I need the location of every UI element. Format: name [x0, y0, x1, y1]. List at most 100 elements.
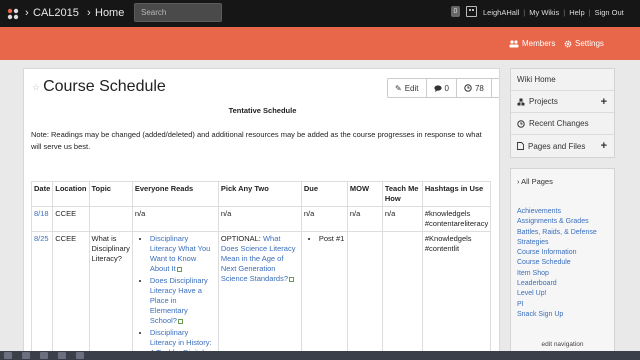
list-item: Disciplinary Literacy What You Want to K… — [150, 234, 216, 274]
link-divider: | — [588, 8, 591, 17]
breadcrumb-wiki-link[interactable]: CAL2015 — [33, 7, 79, 19]
nav-link-pi[interactable]: PI — [517, 300, 615, 310]
members-icon — [509, 39, 519, 47]
breadcrumb-home-link[interactable]: Home — [95, 7, 124, 19]
breadcrumb-separator-icon: › — [25, 7, 29, 19]
nav-link-snack-sign-up[interactable]: Snack Sign Up — [517, 310, 615, 320]
edit-button[interactable]: ✎ Edit — [388, 79, 427, 97]
sidebar-item-pages-and-files[interactable]: Pages and Files + — [511, 135, 614, 157]
settings-label: Settings — [575, 39, 604, 48]
schedule-note: Note: Readings may be changed (added/del… — [31, 130, 482, 151]
column-header: Teach Me How — [381, 181, 423, 207]
hashtags-cell: #knowledgels #contentareliteracy — [421, 206, 492, 232]
topic-cell: What is Disciplinary Literacy? — [88, 231, 133, 359]
comment-icon — [433, 84, 442, 92]
pick-cell: n/a — [217, 206, 302, 232]
teach-cell: n/a — [381, 206, 423, 232]
teach-cell — [381, 231, 423, 359]
pick-cell: OPTIONAL: What Does Science Literacy Mea… — [217, 231, 302, 359]
link-divider: | — [523, 8, 526, 17]
help-link[interactable]: Help — [569, 8, 584, 17]
edit-navigation-link[interactable]: edit navigation — [511, 341, 614, 348]
nav-link-assignments[interactable]: Assignments & Grades — [517, 217, 615, 227]
due-list: Post #1 — [319, 234, 345, 244]
sidebar-item-recent-changes[interactable]: Recent Changes — [511, 113, 614, 135]
navigation-links: Achievements Assignments & Grades Battle… — [517, 207, 615, 320]
taskbar-app-icon[interactable] — [22, 352, 30, 359]
edit-label: Edit — [404, 83, 419, 93]
my-wikis-link[interactable]: My Wikis — [529, 8, 559, 17]
taskbar-app-icon[interactable] — [58, 352, 66, 359]
date-cell: 8/25 — [30, 231, 54, 359]
comments-button[interactable]: 0 — [427, 79, 457, 97]
reads-list: Disciplinary Literacy What You Want to K… — [150, 234, 216, 359]
column-header: Due — [300, 181, 348, 207]
pencil-icon: ✎ — [395, 83, 402, 93]
nav-link-battles[interactable]: Battles, Raids, & Defense Strategies — [517, 228, 615, 249]
location-cell: CCEE — [52, 206, 90, 232]
list-item: Does Disciplinary Literacy Have a Place … — [150, 276, 216, 326]
list-item: Post #1 — [319, 234, 345, 244]
table-row: 8/25 CCEE What is Disciplinary Literacy?… — [30, 231, 492, 359]
sidebar-item-wiki-home[interactable]: Wiki Home — [511, 69, 614, 91]
date-link[interactable]: 8/25 — [34, 234, 49, 243]
add-project-icon[interactable]: + — [601, 96, 607, 108]
page-content: ☆ Course Schedule ✎ Edit 0 78 ... Tentat… — [23, 68, 500, 360]
wiki-header-bar: Members Settings — [0, 27, 640, 60]
schedule-heading: Tentative Schedule — [228, 106, 297, 115]
sidebar-nav-panel: Wiki Home Projects + Recent Changes Page… — [510, 68, 615, 158]
taskbar-app-icon[interactable] — [4, 352, 12, 359]
settings-button[interactable]: Settings — [564, 39, 604, 48]
more-button[interactable]: ... — [492, 79, 500, 97]
members-label: Members — [522, 39, 556, 48]
nav-link-item-shop[interactable]: Item Shop — [517, 269, 615, 279]
nav-link-course-schedule[interactable]: Course Schedule — [517, 258, 615, 268]
table-row: 8/18 CCEE n/a n/a n/a n/a n/a #knowledge… — [30, 206, 492, 232]
add-page-icon[interactable]: + — [601, 140, 607, 152]
mow-cell — [346, 231, 383, 359]
taskbar-app-icon[interactable] — [40, 352, 48, 359]
pages-and-files-label: Pages and Files — [528, 141, 586, 151]
column-header: Everyone Reads — [131, 181, 219, 207]
nav-link-level-up[interactable]: Level Up! — [517, 289, 615, 299]
nav-link-leaderboard[interactable]: Leaderboard — [517, 279, 615, 289]
date-cell: 8/18 — [30, 206, 54, 232]
page-actions: ✎ Edit 0 78 ... — [387, 78, 500, 98]
schedule-table: Date Location Topic Everyone Reads Pick … — [30, 181, 492, 359]
projects-label: Projects — [529, 97, 558, 106]
sign-out-link[interactable]: Sign Out — [595, 8, 624, 17]
views-button[interactable]: 78 — [457, 79, 492, 97]
location-cell: CCEE — [52, 231, 90, 359]
optional-label: OPTIONAL: — [220, 234, 261, 243]
link-divider: | — [563, 8, 566, 17]
notification-count-badge[interactable]: 0 — [451, 6, 460, 17]
user-avatar-icon[interactable] — [466, 6, 477, 17]
column-header: Pick Any Two — [217, 181, 302, 207]
account-links: LeighAHall | My Wikis | Help | Sign Out — [483, 8, 624, 17]
sidebar-item-projects[interactable]: Projects + — [511, 91, 614, 113]
nav-link-achievements[interactable]: Achievements — [517, 207, 615, 217]
hashtags-cell: #Knowledgels #contentlit — [421, 231, 492, 359]
file-icon — [517, 142, 524, 150]
hashtag: #Knowledgels — [424, 234, 472, 243]
members-button[interactable]: Members — [509, 39, 555, 48]
gear-icon — [564, 40, 572, 47]
taskbar-app-icon[interactable] — [76, 352, 84, 359]
reads-cell: Disciplinary Literacy What You Want to K… — [131, 231, 219, 359]
top-navigation-bar: › CAL2015 › Home 0 LeighAHall|My Wikis|H… — [0, 0, 640, 27]
wikispaces-logo-icon[interactable] — [6, 7, 20, 21]
nav-link-course-information[interactable]: Course Information — [517, 248, 615, 258]
os-taskbar — [0, 351, 640, 360]
sidebar-links-panel: › All Pages Achievements Assignments & G… — [510, 168, 615, 353]
all-pages-toggle[interactable]: › All Pages — [517, 177, 553, 186]
username-link[interactable]: LeighAHall — [483, 8, 519, 17]
external-link-icon — [177, 318, 183, 324]
clock-icon — [464, 84, 472, 92]
date-link[interactable]: 8/18 — [34, 209, 49, 218]
all-pages-label: All Pages — [521, 177, 553, 186]
star-icon[interactable]: ☆ — [32, 82, 40, 93]
breadcrumb-separator-icon: › — [87, 7, 91, 19]
page-title: ☆ Course Schedule — [32, 78, 166, 96]
projects-icon — [517, 98, 525, 105]
search-input[interactable] — [134, 3, 222, 22]
